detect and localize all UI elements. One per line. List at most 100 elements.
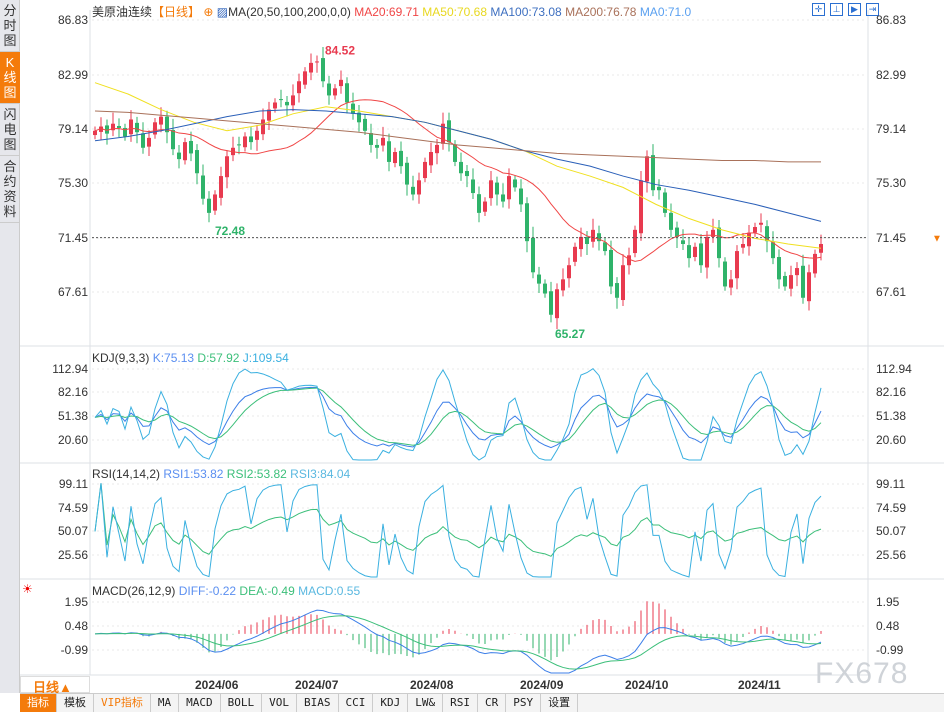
play-icon[interactable]: ▶ (848, 3, 861, 16)
y-tick-label: 82.99 (57, 68, 88, 82)
candle-body (633, 229, 637, 254)
add-icon[interactable]: ⊕ (203, 5, 213, 19)
candle-body (405, 162, 409, 185)
toolbar-button[interactable]: CCI (339, 694, 374, 712)
candle-body (387, 141, 391, 162)
date-tick: 2024/09 (520, 678, 564, 692)
candle-body (177, 152, 181, 160)
candle-body (141, 133, 145, 148)
candle-body (159, 116, 163, 125)
candle-body (255, 130, 259, 140)
settings-sun-icon[interactable]: ☀ (22, 582, 33, 596)
candle-body (339, 79, 343, 87)
y-tick-label: 0.48 (64, 619, 88, 633)
candle-body (531, 237, 535, 273)
candle-body (579, 236, 583, 250)
candle-body (321, 58, 325, 82)
candle-body (417, 180, 421, 195)
toolbar-button[interactable]: BIAS (297, 694, 339, 712)
candle-body (483, 201, 487, 212)
candle-body (393, 152, 397, 164)
period-label[interactable]: 【日线】 (152, 5, 200, 19)
candle-body (525, 203, 529, 242)
y-tick-label: 1.95 (876, 595, 900, 609)
candle-body (789, 275, 793, 289)
candle-body (297, 81, 301, 94)
candle-body (171, 129, 175, 150)
rsi-header: RSI(14,14,2) RSI1:53.82 RSI2:53.82 RSI3:… (92, 467, 350, 481)
y-tick-label: 112.94 (876, 362, 912, 376)
date-tick: 2024/06 (195, 678, 239, 692)
crosshair-icon[interactable]: ✛ (812, 3, 825, 16)
candle-body (729, 279, 733, 288)
kdj-header: KDJ(9,3,3) K:75.13 D:57.92 J:109.54 (92, 351, 289, 365)
candle-body (807, 272, 811, 302)
y-tick-label: 82.99 (876, 68, 907, 82)
candle-body (363, 118, 367, 131)
candle-body (519, 188, 523, 205)
candle-body (375, 144, 379, 148)
candle-body (291, 95, 295, 106)
candle-body (381, 137, 385, 146)
toolbar-button[interactable]: VIP指标 (94, 694, 151, 712)
macd-title: MACD(26,12,9) (92, 584, 176, 598)
zoom-range-icon[interactable]: ⊥ (830, 3, 843, 16)
ma50-line (94, 82, 822, 249)
candle-body (513, 179, 517, 188)
candle-body (465, 170, 469, 177)
candle-body (537, 274, 541, 284)
toolbar-button[interactable]: 设置 (541, 694, 579, 712)
candle-body (303, 71, 307, 85)
ma-chart-icon[interactable]: ▨ (217, 5, 228, 19)
candle-body (723, 261, 727, 287)
candle-body (267, 109, 271, 121)
candle-body (243, 136, 247, 148)
header-bar: 美原油连续【日线】 ⊕ ▨MA(20,50,100,200,0,0) MA20:… (92, 3, 691, 20)
toolbar-button[interactable]: 模板 (57, 694, 94, 712)
toolbar-button[interactable]: BOLL (221, 694, 263, 712)
candle-body (309, 62, 313, 73)
y-tick-label: 0.48 (876, 619, 900, 633)
macd-dea: DEA:-0.49 (239, 584, 295, 598)
toolbar-button[interactable]: 指标 (20, 694, 57, 712)
candle-body (153, 122, 157, 135)
ma20-value: MA20:69.71 (354, 5, 419, 19)
toolbar-button[interactable]: VOL (262, 694, 297, 712)
candle-body (771, 242, 775, 259)
candle-body (645, 156, 649, 182)
y-tick-label: 67.61 (57, 285, 88, 299)
y-tick-label: 67.61 (876, 285, 907, 299)
y-tick-label: 20.60 (57, 433, 88, 447)
candle-body (717, 227, 721, 259)
toolbar-button[interactable]: MA (151, 694, 180, 712)
y-tick-label: 79.14 (57, 122, 88, 136)
period-selector[interactable]: 日线▲ (20, 676, 90, 695)
toolbar-button[interactable]: RSI (443, 694, 478, 712)
toolbar-button[interactable]: MACD (179, 694, 221, 712)
candle-body (615, 283, 619, 298)
date-tick: 2024/07 (295, 678, 339, 692)
candle-body (507, 176, 511, 200)
toolbar-button[interactable]: CR (478, 694, 507, 712)
macd-value: MACD:0.55 (298, 584, 361, 598)
candle-body (195, 150, 199, 174)
candle-body (261, 119, 265, 135)
candle-body (249, 136, 253, 143)
candle-body (327, 83, 331, 96)
candle-body (621, 265, 625, 301)
toolbar-button[interactable]: LW& (408, 694, 444, 712)
candle-body (459, 161, 463, 174)
kdj-title: KDJ(9,3,3) (92, 351, 150, 365)
candle-body (687, 245, 691, 259)
toolbar-button[interactable]: PSY (506, 694, 542, 712)
rsi1-line (94, 483, 822, 557)
candle-body (555, 289, 559, 319)
candle-body (315, 61, 319, 63)
candle-body (129, 119, 133, 135)
y-tick-label: 75.30 (57, 176, 88, 190)
indicator-toolbar: 指标 模板 VIP指标 MA MACD BOLL VOL BIAS CCI KDJ LW& RSI CR… (20, 693, 944, 712)
candle-body (753, 227, 757, 233)
candle-body (777, 257, 781, 280)
toolbar-button[interactable]: KDJ (373, 694, 409, 712)
candle-body (561, 279, 565, 291)
